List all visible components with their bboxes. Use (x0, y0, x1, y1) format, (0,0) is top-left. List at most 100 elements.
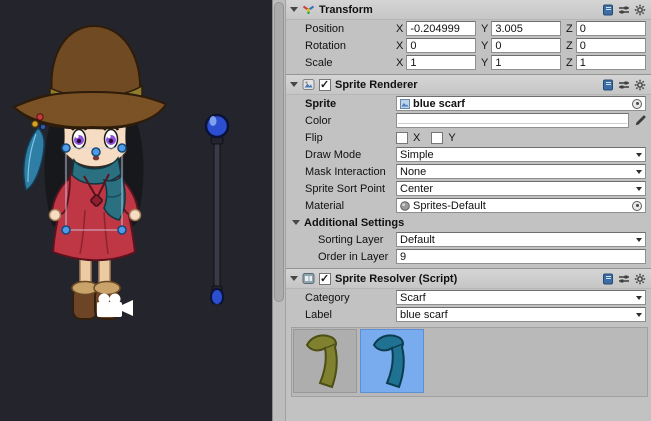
scrollbar-thumb[interactable] (274, 2, 284, 302)
sprite-resolver-title: Sprite Resolver (Script) (335, 273, 457, 285)
mask-interaction-label: Mask Interaction (292, 166, 396, 178)
category-row: Category Scarf (286, 289, 651, 306)
foldout-arrow-icon[interactable] (290, 82, 298, 87)
chevron-down-icon (636, 238, 642, 242)
presets-icon[interactable] (618, 273, 630, 285)
rotation-z-value: 0 (580, 40, 586, 52)
scale-z-value: 1 (580, 57, 586, 69)
position-z-field[interactable]: 0 (576, 21, 646, 36)
object-picker-icon[interactable] (632, 99, 642, 109)
green-scarf-image (303, 333, 347, 389)
y-axis-label: Y (481, 23, 488, 35)
position-label: Position (292, 23, 396, 35)
sprite-thumbnail[interactable] (360, 329, 424, 393)
foldout-arrow-icon[interactable] (290, 7, 298, 12)
sprite-row: Sprite blue scarf (286, 95, 651, 112)
position-x-field[interactable]: -0.204999 (406, 21, 476, 36)
z-axis-label: Z (566, 57, 573, 69)
camera-gizmo-icon[interactable] (97, 294, 133, 318)
order-in-layer-field[interactable]: 9 (396, 249, 646, 264)
mask-interaction-value: None (400, 166, 426, 178)
z-axis-label: Z (566, 40, 573, 52)
scene-canvas[interactable] (0, 0, 272, 421)
transform-component: Transform Position X-0.204999 Y3.005 Z0 … (286, 0, 651, 74)
flip-x-checkbox[interactable] (396, 132, 408, 144)
help-book-icon[interactable] (602, 4, 614, 16)
label-value: blue scarf (400, 309, 448, 321)
scale-x-value: 1 (410, 57, 416, 69)
gear-icon[interactable] (634, 4, 646, 16)
position-row: Position X-0.204999 Y3.005 Z0 (286, 20, 651, 37)
flip-y-checkbox[interactable] (431, 132, 443, 144)
transform-header[interactable]: Transform (286, 0, 651, 20)
x-axis-label: X (396, 40, 403, 52)
scale-x-field[interactable]: 1 (406, 55, 476, 70)
rotation-x-field[interactable]: 0 (406, 38, 476, 53)
sprite-object-field[interactable]: blue scarf (396, 96, 646, 111)
scale-row: Scale X1 Y1 Z1 (286, 54, 651, 71)
material-object-field[interactable]: Sprites-Default (396, 198, 646, 213)
sprite-label: Sprite (292, 98, 396, 110)
sprite-variant-strip (291, 327, 648, 397)
sprite-renderer-header[interactable]: Sprite Renderer (286, 75, 651, 95)
presets-icon[interactable] (618, 79, 630, 91)
component-enabled-checkbox[interactable] (319, 79, 331, 91)
color-label: Color (292, 115, 396, 127)
object-picker-icon[interactable] (632, 201, 642, 211)
material-object-value: Sprites-Default (413, 200, 486, 212)
position-y-field[interactable]: 3.005 (491, 21, 561, 36)
scale-z-field[interactable]: 1 (576, 55, 646, 70)
blue-scarf-image (370, 333, 414, 389)
character-sprite[interactable] (14, 26, 166, 319)
position-z-value: 0 (580, 23, 586, 35)
help-book-icon[interactable] (602, 273, 614, 285)
scale-label: Scale (292, 57, 396, 69)
label-dropdown[interactable]: blue scarf (396, 307, 646, 322)
sprite-sort-point-dropdown[interactable]: Center (396, 181, 646, 196)
gear-icon[interactable] (634, 79, 646, 91)
z-axis-label: Z (566, 23, 573, 35)
foldout-arrow-icon[interactable] (290, 276, 298, 281)
eyedropper-icon[interactable] (634, 114, 646, 127)
sprite-resolver-component: Sprite Resolver (Script) Category Scarf … (286, 268, 651, 402)
rotation-label: Rotation (292, 40, 396, 52)
order-in-layer-label: Order in Layer (292, 251, 396, 263)
flip-y-label: Y (448, 132, 455, 144)
position-y-value: 3.005 (495, 23, 523, 35)
inspector-scrollbar[interactable] (272, 0, 286, 421)
draw-mode-dropdown[interactable]: Simple (396, 147, 646, 162)
color-swatch[interactable] (396, 113, 629, 128)
material-label: Material (292, 200, 396, 212)
sorting-layer-dropdown[interactable]: Default (396, 232, 646, 247)
help-book-icon[interactable] (602, 79, 614, 91)
mask-interaction-row: Mask Interaction None (286, 163, 651, 180)
component-enabled-checkbox[interactable] (319, 273, 331, 285)
mask-interaction-dropdown[interactable]: None (396, 164, 646, 179)
sprite-thumb-icon (400, 99, 410, 109)
scale-y-field[interactable]: 1 (491, 55, 561, 70)
position-x-value: -0.204999 (410, 23, 460, 35)
sprite-resolver-header[interactable]: Sprite Resolver (Script) (286, 269, 651, 289)
flip-label: Flip (292, 132, 396, 144)
material-row: Material Sprites-Default (286, 197, 651, 214)
staff-sprite[interactable] (206, 115, 228, 313)
rotation-z-field[interactable]: 0 (576, 38, 646, 53)
sprite-sort-point-row: Sprite Sort Point Center (286, 180, 651, 197)
additional-settings-foldout[interactable]: Additional Settings (286, 214, 651, 231)
draw-mode-row: Draw Mode Simple (286, 146, 651, 163)
sprite-thumbnail[interactable] (293, 329, 357, 393)
sprite-object-value: blue scarf (413, 98, 465, 110)
presets-icon[interactable] (618, 4, 630, 16)
unity-editor-window: Transform Position X-0.204999 Y3.005 Z0 … (0, 0, 651, 421)
axes-gizmo-icon (302, 3, 315, 16)
order-in-layer-value: 9 (400, 251, 406, 263)
foldout-arrow-icon[interactable] (292, 220, 300, 225)
category-dropdown[interactable]: Scarf (396, 290, 646, 305)
image-icon (302, 78, 315, 91)
sorting-layer-value: Default (400, 234, 435, 246)
category-value: Scarf (400, 292, 426, 304)
gear-icon[interactable] (634, 273, 646, 285)
script-icon (302, 272, 315, 285)
rotation-y-field[interactable]: 0 (491, 38, 561, 53)
scene-view[interactable] (0, 0, 272, 421)
